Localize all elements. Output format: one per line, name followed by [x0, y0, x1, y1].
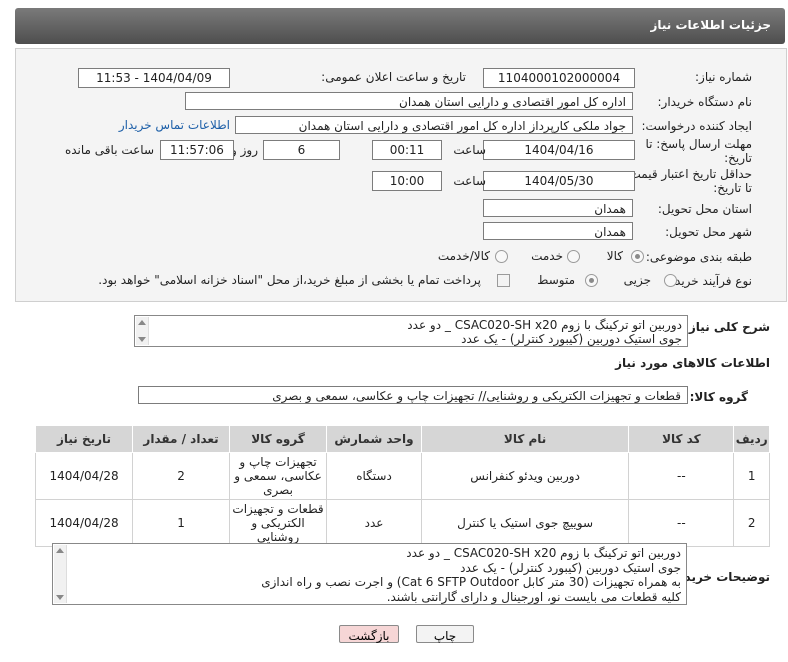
- cell-row: 2: [733, 499, 770, 547]
- cell-date: 1404/04/28: [34, 452, 134, 500]
- deadline-time-label: ساعت: [453, 143, 486, 157]
- province-field[interactable]: همدان: [483, 199, 633, 217]
- validity-time-label: ساعت: [453, 174, 486, 188]
- category-radio-goods[interactable]: [631, 250, 644, 263]
- category-option-goods: کالا: [606, 249, 623, 263]
- process-radio-minor[interactable]: [664, 274, 677, 287]
- table-row[interactable]: 1 -- دوربین ویدئو کنفرانس دستگاه تجهیزات…: [34, 452, 770, 500]
- buyer-notes-scrollbar[interactable]: [54, 545, 67, 603]
- cell-group: قطعات و تجهیزات الکتریکی و روشنایی: [229, 499, 328, 547]
- cell-code: --: [628, 452, 735, 500]
- deadline-label: مهلت ارسال پاسخ: تا تاریخ:: [645, 137, 752, 165]
- city-field[interactable]: همدان: [483, 222, 633, 240]
- col-header-date: تاریخ نیاز: [34, 425, 134, 453]
- buyer-field[interactable]: اداره کل امور اقتصادی و دارایی استان همد…: [185, 92, 633, 110]
- validity-date-field[interactable]: 1404/05/30: [483, 171, 635, 191]
- category-radio-service[interactable]: [567, 250, 580, 263]
- validity-label: حداقل تاریخ اعتبار قیمت: تا تاریخ:: [625, 167, 752, 195]
- category-option-goods-service: کالا/خدمت: [437, 249, 490, 263]
- deadline-time-field[interactable]: 00:11: [372, 140, 442, 160]
- summary-scrollbar[interactable]: [136, 317, 149, 345]
- table-row[interactable]: 2 -- سوییچ جوی استیک یا کنترل عدد قطعات …: [34, 499, 770, 547]
- scroll-up-icon[interactable]: [138, 320, 146, 325]
- goods-section-title: اطلاعات کالاهای مورد نیاز: [615, 356, 770, 370]
- cell-qty: 1: [132, 499, 231, 547]
- page-header: جزئیات اطلاعات نیاز: [15, 8, 785, 44]
- col-header-unit: واحد شمارش: [326, 425, 422, 453]
- col-header-group: گروه کالا: [229, 425, 328, 453]
- scroll-down-icon[interactable]: [56, 595, 64, 600]
- scroll-down-icon[interactable]: [138, 337, 146, 342]
- contact-info-link[interactable]: اطلاعات تماس خریدار: [119, 118, 230, 132]
- back-button[interactable]: بازگشت: [339, 625, 399, 643]
- treasury-checkbox[interactable]: [497, 274, 510, 287]
- col-header-row: ردیف: [733, 425, 770, 453]
- cell-name: سوییچ جوی استیک یا کنترل: [420, 499, 630, 547]
- cell-row: 1: [733, 452, 770, 500]
- buyer-notes-line-4: کلیه قطعات می بایست نو، اورجینال و دارای…: [386, 589, 681, 604]
- category-radio-goods-service[interactable]: [495, 250, 508, 263]
- need-number-label: شماره نیاز:: [695, 70, 752, 84]
- days-label: روز و: [231, 143, 258, 157]
- cell-unit: دستگاه: [326, 452, 422, 500]
- summary-line-1: دوربین اتو ترکینگ با زوم CSAC020-SH x20 …: [407, 318, 682, 332]
- table-header-row: ردیف کد کالا نام کالا واحد شمارش گروه کا…: [34, 425, 770, 453]
- cell-group: تجهیزات چاپ و عکاسی، سمعی و بصری: [229, 452, 328, 500]
- goods-group-field[interactable]: قطعات و تجهیزات الکتریکی و روشنایی// تجه…: [138, 386, 688, 404]
- deadline-date-field[interactable]: 1404/04/16: [483, 140, 635, 160]
- category-option-service: خدمت: [531, 249, 563, 263]
- cell-date: 1404/04/28: [34, 499, 134, 547]
- creator-label: ایجاد کننده درخواست:: [641, 119, 752, 133]
- province-label: استان محل تحویل:: [657, 202, 752, 216]
- goods-table: ردیف کد کالا نام کالا واحد شمارش گروه کا…: [34, 425, 770, 547]
- announce-label: تاریخ و ساعت اعلان عمومی:: [321, 70, 466, 84]
- remaining-time-field[interactable]: 11:57:06: [160, 140, 234, 160]
- col-header-qty: تعداد / مقدار: [132, 425, 231, 453]
- process-option-minor: جزیی: [623, 273, 651, 287]
- print-button[interactable]: چاپ: [416, 625, 474, 643]
- cell-qty: 2: [132, 452, 231, 500]
- buyer-notes-textarea[interactable]: دوربین اتو ترکینگ با زوم CSAC020-SH x20 …: [52, 543, 687, 605]
- buyer-notes-line-3: به همراه تجهیزات (30 متر کابل Cat 6 SFTP…: [261, 575, 681, 589]
- summary-label: شرح کلی نیاز:: [684, 320, 770, 334]
- buyer-notes-line-1: دوربین اتو ترکینگ با زوم CSAC020-SH x20 …: [406, 546, 681, 560]
- summary-textarea[interactable]: دوربین اتو ترکینگ با زوم CSAC020-SH x20 …: [134, 315, 688, 347]
- announce-field[interactable]: 1404/04/09 - 11:53: [78, 68, 230, 88]
- page-title: جزئیات اطلاعات نیاز: [650, 18, 771, 32]
- process-radio-medium[interactable]: [585, 274, 598, 287]
- remaining-label: ساعت باقی مانده: [64, 143, 154, 157]
- need-number-field[interactable]: 1104000102000004: [483, 68, 635, 88]
- payment-note: پرداخت تمام یا بخشی از مبلغ خرید،از محل …: [98, 273, 481, 287]
- cell-name: دوربین ویدئو کنفرانس: [420, 452, 630, 500]
- category-label: طبقه بندی موضوعی:: [645, 250, 752, 264]
- buyer-label: نام دستگاه خریدار:: [657, 95, 753, 109]
- col-header-name: نام کالا: [420, 425, 630, 453]
- col-header-code: کد کالا: [628, 425, 735, 453]
- buyer-notes-line-2: جوی استیک دوربین (کیبورد کنترلر) - یک عد…: [460, 560, 681, 575]
- summary-line-2: جوی استیک دوربین (کیبورد کنترلر) - یک عد…: [461, 332, 682, 346]
- scroll-up-icon[interactable]: [56, 548, 64, 553]
- cell-code: --: [628, 499, 735, 547]
- goods-group-label: گروه کالا:: [689, 390, 748, 404]
- process-label: نوع فرآیند خرید :: [667, 274, 752, 288]
- creator-field[interactable]: جواد ملکی کارپرداز اداره کل امور اقتصادی…: [235, 116, 633, 134]
- process-option-medium: متوسط: [537, 273, 575, 287]
- cell-unit: عدد: [326, 499, 422, 547]
- days-field[interactable]: 6: [263, 140, 340, 160]
- city-label: شهر محل تحویل:: [665, 225, 752, 239]
- validity-time-field[interactable]: 10:00: [372, 171, 442, 191]
